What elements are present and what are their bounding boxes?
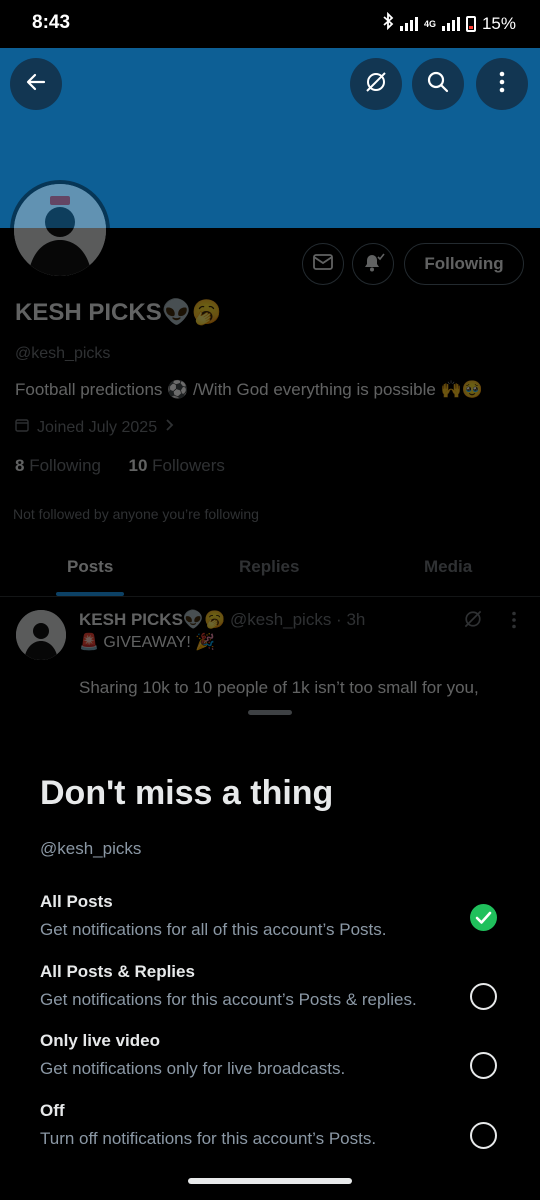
more-button[interactable] (476, 58, 528, 110)
search-button[interactable] (412, 58, 464, 110)
radio-unselected[interactable] (470, 1052, 497, 1079)
grok-button[interactable] (350, 58, 402, 110)
bell-icon (361, 251, 385, 278)
active-tab-indicator (56, 592, 124, 596)
option-off[interactable]: Off Turn off notifications for this acco… (0, 1101, 540, 1165)
profile-handle: @kesh_picks (15, 345, 111, 362)
back-arrow-icon (24, 70, 48, 99)
post-avatar-image (16, 610, 66, 660)
option-title: All Posts & Replies (40, 962, 195, 981)
calendar-icon (15, 418, 29, 437)
search-icon (426, 70, 450, 99)
profile-name: KESH PICKS👽🥱 (15, 298, 221, 327)
avatar-image (14, 184, 106, 276)
option-title: All Posts (40, 892, 113, 911)
more-vert-icon (499, 71, 505, 98)
radio-unselected[interactable] (470, 983, 497, 1010)
followers-stat[interactable]: 10 Followers (128, 456, 224, 475)
sheet-drag-handle[interactable] (248, 710, 292, 715)
grok-icon (363, 69, 389, 100)
option-title: Off (40, 1101, 65, 1120)
post-text-line2: Sharing 10k to 10 people of 1k isn’t too… (79, 678, 479, 697)
follow-stats: 8 Following 10 Followers (15, 456, 225, 476)
following-count: 8 (15, 456, 25, 475)
profile-avatar[interactable] (10, 180, 110, 280)
profile-bio: Football predictions ⚽ /With God everyth… (15, 380, 483, 399)
sheet-subtitle: @kesh_picks (40, 839, 142, 858)
signal-icon (399, 16, 418, 31)
chevron-right-icon (165, 418, 175, 437)
option-description: Get notifications for all of this accoun… (40, 920, 387, 939)
network-type: 4G (423, 18, 436, 29)
bluetooth-icon (382, 11, 394, 35)
sheet-title: Don't miss a thing (40, 774, 334, 812)
status-icons: 4G 15% (382, 11, 516, 35)
status-time: 8:43 (32, 12, 71, 33)
profile-tabs: Posts Replies Media (0, 545, 540, 597)
profile-name-emojis: 👽🥱 (161, 299, 222, 326)
joined-date[interactable]: Joined July 2025 (15, 418, 175, 437)
post-author: KESH PICKS👽🥱 (79, 610, 226, 629)
profile-name-text: KESH PICKS (15, 299, 162, 326)
option-title: Only live video (40, 1031, 160, 1050)
radio-selected[interactable] (470, 904, 497, 931)
followers-count: 10 (128, 456, 148, 475)
back-button[interactable] (10, 58, 62, 110)
option-only-live-video[interactable]: Only live video Get notifications only f… (0, 1031, 540, 1095)
battery-icon (465, 15, 476, 32)
post-text-line1: 🚨 GIVEAWAY! 🎉 (79, 634, 216, 651)
tab-replies[interactable]: Replies (239, 557, 299, 577)
option-description: Get notifications only for live broadcas… (40, 1059, 346, 1078)
post-header: KESH PICKS👽🥱 @kesh_picks · 3h (79, 610, 365, 630)
option-all-posts-replies[interactable]: All Posts & Replies Get notifications fo… (0, 962, 540, 1026)
post-more-icon[interactable] (511, 611, 517, 634)
post-meta: @kesh_picks · 3h (229, 610, 366, 629)
mail-icon (313, 253, 333, 275)
grok-icon[interactable] (462, 608, 484, 635)
tab-media[interactable]: Media (424, 557, 472, 577)
radio-unselected[interactable] (470, 1122, 497, 1149)
notifications-button[interactable] (352, 243, 394, 285)
following-label: Following (29, 456, 102, 475)
signal-icon-2 (441, 16, 460, 31)
option-all-posts[interactable]: All Posts Get notifications for all of t… (0, 892, 540, 956)
tab-posts[interactable]: Posts (67, 557, 113, 577)
battery-percent: 15% (481, 13, 516, 33)
following-stat[interactable]: 8 Following (15, 456, 101, 475)
message-button[interactable] (302, 243, 344, 285)
option-description: Turn off notifications for this account’… (40, 1129, 377, 1148)
status-bar: 8:43 4G 15% (0, 0, 540, 48)
post-avatar[interactable] (16, 610, 66, 660)
not-followed-note: Not followed by anyone you’re following (13, 506, 259, 522)
option-description: Get notifications for this account’s Pos… (40, 990, 417, 1009)
home-indicator[interactable] (188, 1178, 352, 1184)
joined-text: Joined July 2025 (37, 418, 158, 436)
notification-bottom-sheet: Don't miss a thing @kesh_picks All Posts… (0, 700, 540, 1200)
following-button[interactable]: Following (404, 243, 524, 285)
followers-label: Followers (152, 456, 225, 475)
